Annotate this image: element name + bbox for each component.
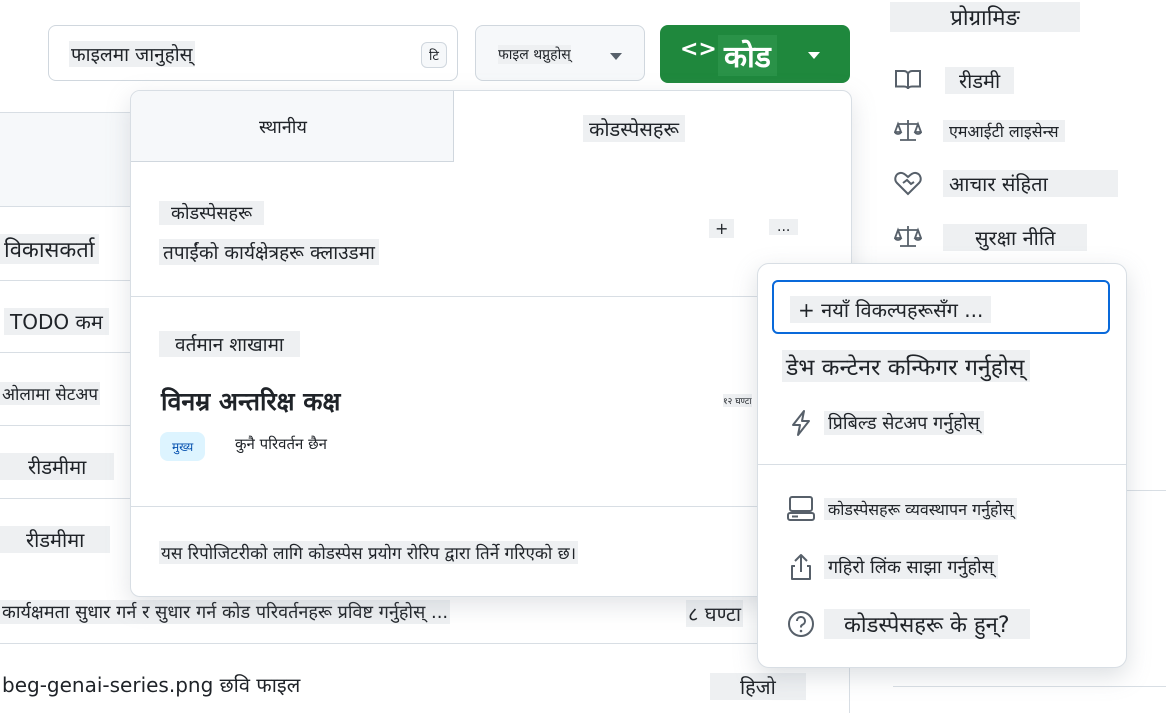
lightning-icon	[786, 408, 816, 438]
scale-icon	[893, 222, 923, 252]
codespace-options-menu: + नयाँ विकल्पहरूसँग ... डेभ कन्टेनर कन्फ…	[757, 263, 1127, 668]
what-are-codespaces-item[interactable]: कोडस्पेसहरू के हुन्?	[786, 609, 1030, 639]
search-placeholder: फाइलमा जानुहोस्	[69, 41, 195, 67]
file-time: हिजो	[710, 673, 806, 700]
tab-codespaces-label: कोडस्पेसहरू	[583, 115, 686, 142]
sidebar-item-security-policy[interactable]: सुरक्षा नीति	[893, 222, 1088, 252]
chevron-down-icon	[610, 53, 622, 60]
new-with-options-button[interactable]: + नयाँ विकल्पहरूसँग ...	[772, 280, 1110, 334]
file-name-link[interactable]: beg-genai-series.png छवि फाइल	[2, 671, 300, 698]
commit-message[interactable]: कार्यक्षमता सुधार गर्न र सुधार गर्न कोड …	[0, 600, 451, 624]
branch-section-title: वर्तमान शाखामा	[159, 331, 300, 357]
sidebar-item-label: आचार संहिता	[943, 169, 1118, 197]
computer-icon	[786, 494, 816, 524]
sidebar-item-license[interactable]: एमआईटी लाइसेन्स	[893, 116, 1065, 146]
add-codespace-button[interactable]: +	[709, 219, 735, 238]
file-list-fragment: विकासकर्ता	[0, 234, 99, 264]
heart-handshake-icon	[893, 168, 923, 198]
divider	[893, 686, 1166, 687]
more-options-button[interactable]: ...	[769, 219, 799, 235]
file-list-fragment: रीडमीमा	[0, 453, 115, 480]
codespaces-subtitle: तपाईंको कार्यक्षेत्रहरू क्लाउडमा	[159, 239, 379, 265]
file-list-fragment: ओलामा सेटअप	[0, 382, 100, 405]
sidebar-title: प्रोग्रामिङ	[890, 2, 1080, 32]
divider	[1125, 490, 1166, 491]
sidebar-item-code-of-conduct[interactable]: आचार संहिता	[893, 168, 1118, 198]
add-file-button[interactable]: फाइल थप्नुहोस्	[475, 25, 645, 81]
commit-time: ८ घण्टा	[686, 600, 744, 627]
divider	[758, 464, 1126, 465]
share-deep-link-label: गहिरो लिंक साझा गर्नुहोस्	[824, 555, 998, 579]
share-deep-link-item[interactable]: गहिरो लिंक साझा गर्नुहोस्	[786, 552, 998, 582]
chevron-down-icon	[808, 52, 820, 59]
code-button-label: कोड	[718, 35, 777, 76]
divider	[131, 506, 851, 507]
billing-note: यस रिपोजिटरीको लागि कोडस्पेस प्रयोग रोरि…	[159, 541, 579, 564]
scale-icon	[893, 116, 923, 146]
share-icon	[786, 552, 816, 582]
sidebar-item-readme[interactable]: रीडमी	[893, 65, 1015, 95]
prebuild-setup-label: प्रिबिल्ड सेटअप गर्नुहोस्	[824, 411, 984, 435]
row-divider	[0, 352, 130, 353]
prebuild-setup-item[interactable]: प्रिबिल्ड सेटअप गर्नुहोस्	[786, 408, 984, 438]
row-divider	[0, 643, 757, 644]
what-are-codespaces-label: कोडस्पेसहरू के हुन्?	[824, 609, 1030, 639]
configure-dev-container-item[interactable]: डेभ कन्टेनर कन्फिगर गर्नुहोस्	[782, 350, 1031, 382]
new-with-options-label: + नयाँ विकल्पहरूसँग ...	[790, 296, 992, 323]
codespaces-popup: स्थानीय कोडस्पेसहरू कोडस्पेसहरू तपाईंको …	[130, 90, 852, 597]
row-divider	[0, 425, 130, 426]
codespace-status: कुनै परिवर्तन छैन	[235, 435, 327, 453]
tab-codespaces[interactable]: कोडस्पेसहरू	[131, 91, 851, 161]
manage-codespaces-item[interactable]: कोडस्पेसहरू व्यवस्थापन गर्नुहोस्	[786, 494, 1018, 524]
add-file-label: फाइल थप्नुहोस्	[498, 45, 571, 64]
code-button[interactable]: <> कोड	[660, 25, 850, 83]
code-icon: <>	[680, 37, 717, 62]
row-divider	[0, 280, 130, 281]
codespace-name[interactable]: विनम्र अन्तरिक्ष कक्ष	[161, 384, 340, 418]
sidebar-item-label: रीडमी	[945, 66, 1015, 94]
sidebar-item-label: सुरक्षा नीति	[943, 223, 1088, 251]
manage-codespaces-label: कोडस्पेसहरू व्यवस्थापन गर्नुहोस्	[824, 498, 1018, 520]
file-list-header	[0, 112, 130, 207]
codespaces-title: कोडस्पेसहरू	[159, 201, 265, 225]
codespace-time: १२ घण्टा	[723, 394, 752, 407]
file-list-fragment: TODO कम	[4, 308, 109, 335]
book-icon	[893, 65, 923, 95]
file-list-fragment: रीडमीमा	[0, 526, 111, 553]
divider	[131, 296, 851, 297]
question-icon	[786, 609, 816, 639]
branch-badge: मुख्य	[160, 432, 206, 461]
search-shortcut-key: टि	[421, 42, 447, 68]
row-divider	[0, 498, 130, 499]
go-to-file-search[interactable]: फाइलमा जानुहोस् टि	[48, 25, 458, 81]
sidebar-item-label: एमआईटी लाइसेन्स	[943, 120, 1065, 142]
